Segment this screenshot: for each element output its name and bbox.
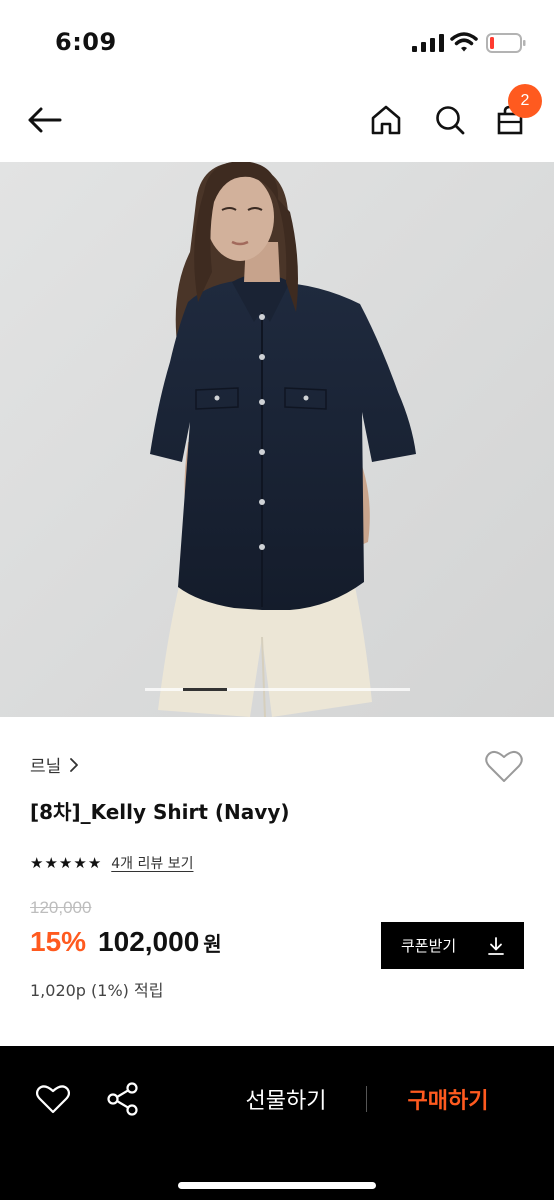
discount-rate: 15% (30, 926, 87, 957)
star-icon: ★ (30, 853, 44, 872)
wishlist-button[interactable] (484, 746, 524, 786)
buy-button[interactable]: 구매하기 (388, 1078, 508, 1120)
original-price: 120,000 (30, 898, 92, 917)
signal-icon (412, 34, 444, 52)
brand-name: 르닐 (30, 757, 62, 777)
star-icon: ★ (44, 853, 58, 872)
bottom-wishlist-button[interactable] (32, 1078, 74, 1120)
heart-outline-icon (485, 751, 523, 782)
home-icon (371, 105, 401, 135)
product-photo (0, 162, 554, 717)
download-icon (488, 936, 504, 955)
search-icon (436, 106, 465, 135)
product-image[interactable] (0, 162, 554, 717)
home-button[interactable] (362, 96, 410, 144)
battery-icon (486, 33, 526, 53)
home-indicator[interactable] (178, 1182, 376, 1189)
star-icon: ★ (73, 853, 87, 872)
bottom-action-bar: 선물하기 구매하기 (0, 1046, 554, 1200)
star-icon: ★ (58, 853, 73, 872)
gift-button[interactable]: 선물하기 (226, 1078, 346, 1120)
share-icon (107, 1082, 138, 1116)
star-icon: ★ (87, 853, 102, 872)
carousel-indicator-thumb (182, 688, 227, 691)
wifi-icon (450, 32, 478, 52)
back-button[interactable] (20, 96, 68, 144)
heart-outline-icon (36, 1085, 70, 1114)
sale-price: 102,000 (98, 926, 200, 957)
brand-link[interactable]: 르닐 (30, 752, 79, 777)
points-info: 1,020p (1%) 적립 (30, 981, 164, 1000)
top-nav (0, 80, 554, 160)
search-button[interactable] (426, 96, 474, 144)
review-link[interactable]: 4개 리뷰 보기 (111, 853, 193, 873)
rating-row: ★ ★ ★ ★ ★ 4개 리뷰 보기 (30, 853, 193, 873)
cart-count-badge: 2 (508, 84, 542, 118)
chevron-right-icon (70, 757, 79, 772)
coupon-label: 쿠폰받기 (401, 937, 457, 955)
back-arrow-icon (28, 107, 62, 133)
product-title: [8차]_Kelly Shirt (Navy) (30, 800, 290, 824)
currency-unit: 원 (203, 932, 222, 956)
status-bar: 6:09 (0, 0, 554, 80)
share-button[interactable] (102, 1078, 144, 1120)
price-row: 15% 102,000 원 (30, 926, 222, 958)
bottom-divider (366, 1086, 367, 1112)
status-time: 6:09 (55, 28, 117, 56)
star-rating: ★ ★ ★ ★ ★ (30, 853, 102, 872)
coupon-button[interactable]: 쿠폰받기 (381, 922, 524, 969)
